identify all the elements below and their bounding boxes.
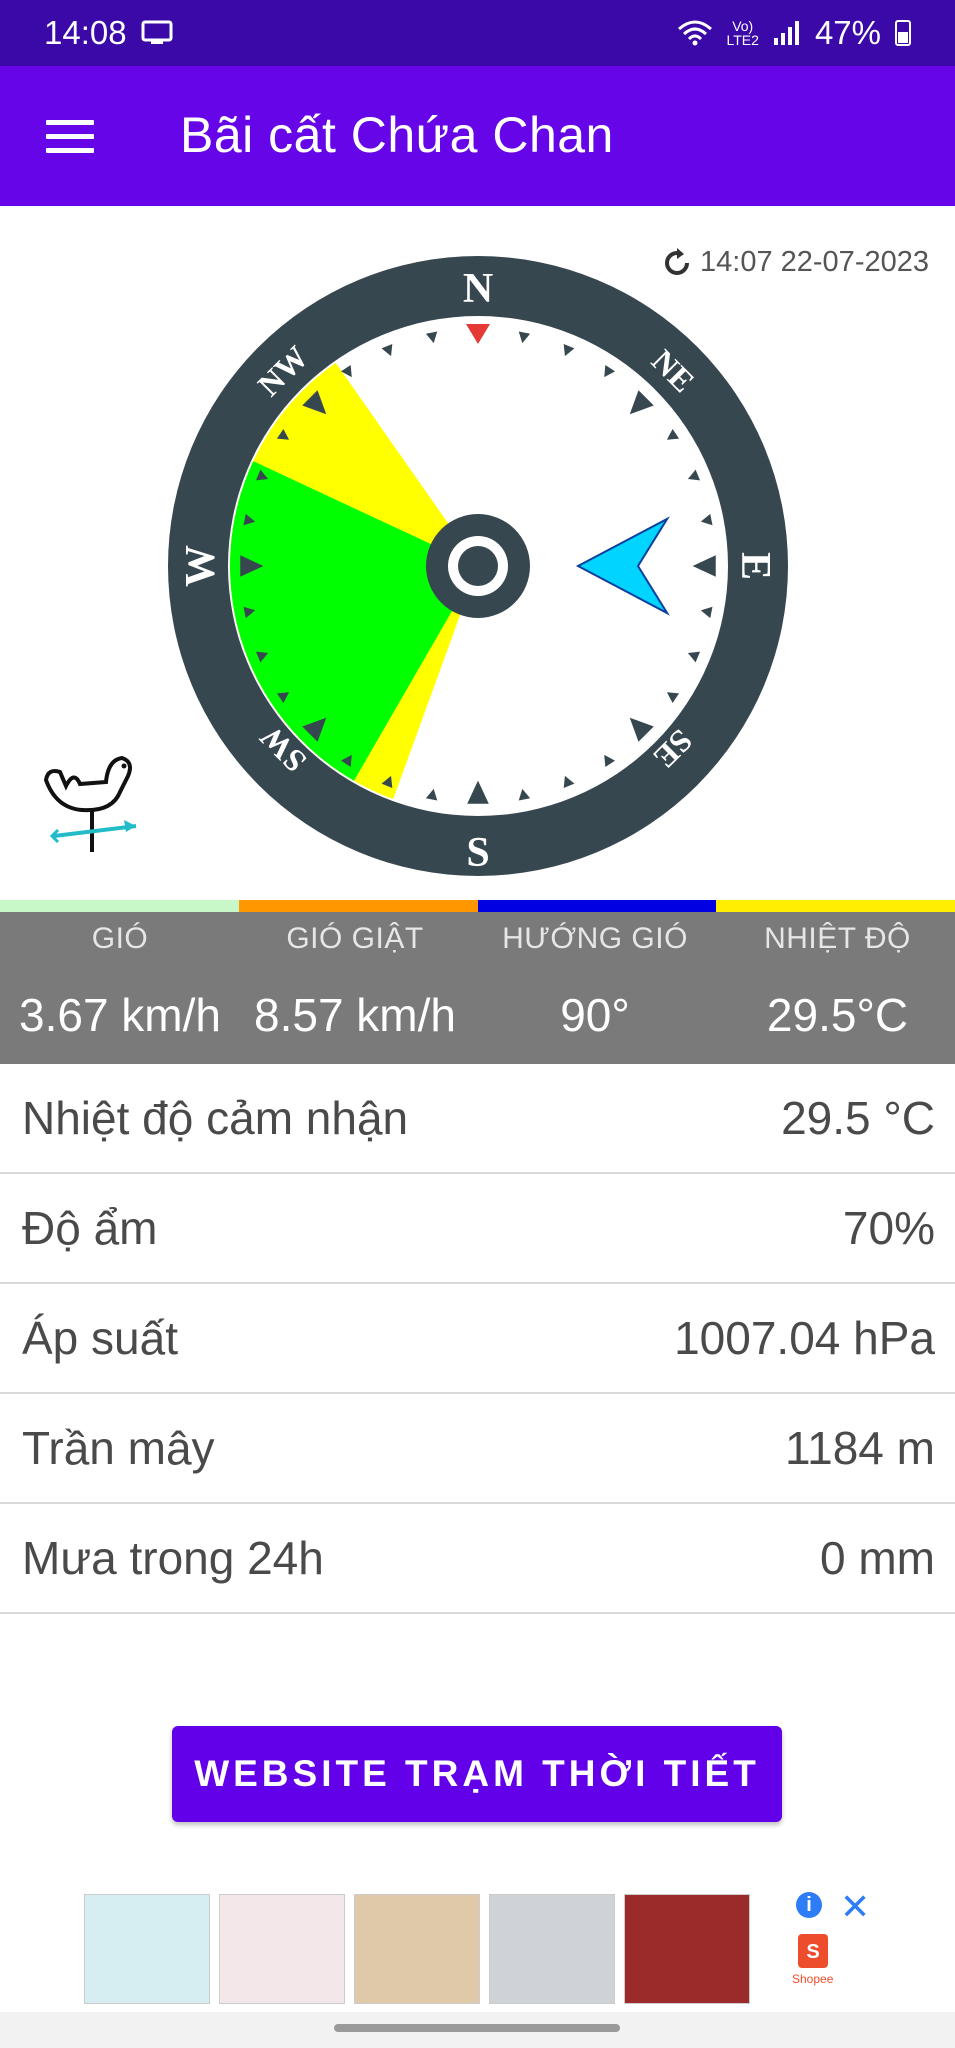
status-time: 14:08	[44, 14, 127, 51]
summary-temperature-label: NHIỆT ĐỘ	[764, 922, 911, 955]
summary-wind-label: GIÓ	[91, 922, 149, 955]
cardinal-w: W	[178, 545, 224, 587]
status-right: Vo) LTE2 47%	[677, 14, 911, 52]
pressure-label: Áp suất	[22, 1312, 178, 1364]
hamburger-menu-icon[interactable]	[46, 120, 94, 154]
ad-close-icon[interactable]: ✕	[840, 1886, 870, 1928]
app-bar: Bãi cất Chứa Chan	[0, 66, 955, 206]
summary-temperature: NHIỆT ĐỘ 29.5°C	[720, 912, 955, 1064]
rain-24h-value: 0 mm	[820, 1532, 935, 1584]
color-strip-segment	[477, 900, 717, 912]
page-title: Bãi cất Chứa Chan	[180, 107, 614, 163]
ad-info-icon[interactable]: i	[796, 1892, 822, 1918]
home-indicator[interactable]	[334, 2024, 620, 2032]
color-strip-segment	[0, 900, 239, 912]
website-button[interactable]: WEBSITE TRẠM THỜI TIẾT	[172, 1726, 782, 1822]
ad-brand-label: Shopee	[792, 1972, 834, 1986]
summary-direction-label: HƯỚNG GIÓ	[502, 922, 688, 955]
ad-thumbnail[interactable]	[219, 1894, 345, 2004]
cardinal-n: N	[463, 266, 493, 312]
summary-direction-value: 90°	[560, 989, 630, 1041]
color-strip-segment	[238, 900, 478, 912]
signal-icon	[773, 21, 799, 45]
ad-thumbnail[interactable]	[354, 1894, 480, 2004]
wind-compass: N S E W NE SE SW NW	[168, 256, 788, 876]
screen-cast-icon	[141, 20, 173, 44]
summary-gust-label: GIÓ GIẬT	[286, 922, 424, 955]
list-item-rain-24h: Mưa trong 24h 0 mm	[0, 1504, 955, 1614]
feels-like-value: 29.5 °C	[781, 1092, 935, 1144]
summary-gust-value: 8.57 km/h	[254, 989, 456, 1041]
status-left: 14:08	[44, 14, 173, 52]
navigation-bar	[0, 2012, 955, 2048]
humidity-label: Độ ẩm	[22, 1202, 158, 1254]
cloud-base-label: Trần mây	[22, 1422, 215, 1474]
ad-banner[interactable]: i ✕ S Shopee	[84, 1886, 874, 2006]
summary-temperature-value: 29.5°C	[766, 989, 909, 1041]
list-item-cloud-base: Trần mây 1184 m	[0, 1394, 955, 1504]
cardinal-s: S	[466, 830, 489, 876]
color-strip-segment	[716, 900, 955, 912]
network-type: Vo) LTE2	[727, 19, 759, 47]
network-type-top: Vo)	[732, 18, 754, 34]
pressure-value: 1007.04 hPa	[674, 1312, 935, 1364]
humidity-value: 70%	[842, 1202, 935, 1254]
details-list: Nhiệt độ cảm nhận 29.5 °C Độ ẩm 70% Áp s…	[0, 1064, 955, 1614]
ad-thumbnail[interactable]	[489, 1894, 615, 2004]
summary-wind: GIÓ 3.67 km/h	[0, 912, 240, 1064]
list-item-feels-like: Nhiệt độ cảm nhận 29.5 °C	[0, 1064, 955, 1174]
summary-panel: GIÓ 3.67 km/h GIÓ GIẬT 8.57 km/h HƯỚNG G…	[0, 912, 955, 1064]
cardinal-e: E	[732, 552, 778, 580]
shopee-bag-icon[interactable]: S	[798, 1934, 828, 1968]
color-strip	[0, 900, 955, 912]
feels-like-label: Nhiệt độ cảm nhận	[22, 1092, 409, 1144]
weathervane-logo-icon	[43, 755, 137, 852]
wifi-icon	[677, 20, 712, 46]
status-bar: 14:08 Vo) LTE2 47%	[0, 0, 955, 66]
summary-gust: GIÓ GIẬT 8.57 km/h	[240, 912, 470, 1064]
list-item-pressure: Áp suất 1007.04 hPa	[0, 1284, 955, 1394]
ad-thumbnail[interactable]	[84, 1894, 210, 2004]
ad-thumbnail[interactable]	[624, 1894, 750, 2004]
summary-direction: HƯỚNG GIÓ 90°	[470, 912, 720, 1064]
network-type-bottom: LTE2	[726, 32, 759, 48]
cloud-base-value: 1184 m	[784, 1422, 935, 1474]
compass-hub-center	[458, 546, 498, 586]
battery-icon	[895, 20, 911, 46]
battery-percent: 47%	[814, 14, 881, 51]
summary-wind-value: 3.67 km/h	[19, 989, 221, 1041]
rain-24h-label: Mưa trong 24h	[22, 1532, 324, 1584]
list-item-humidity: Độ ẩm 70%	[0, 1174, 955, 1284]
